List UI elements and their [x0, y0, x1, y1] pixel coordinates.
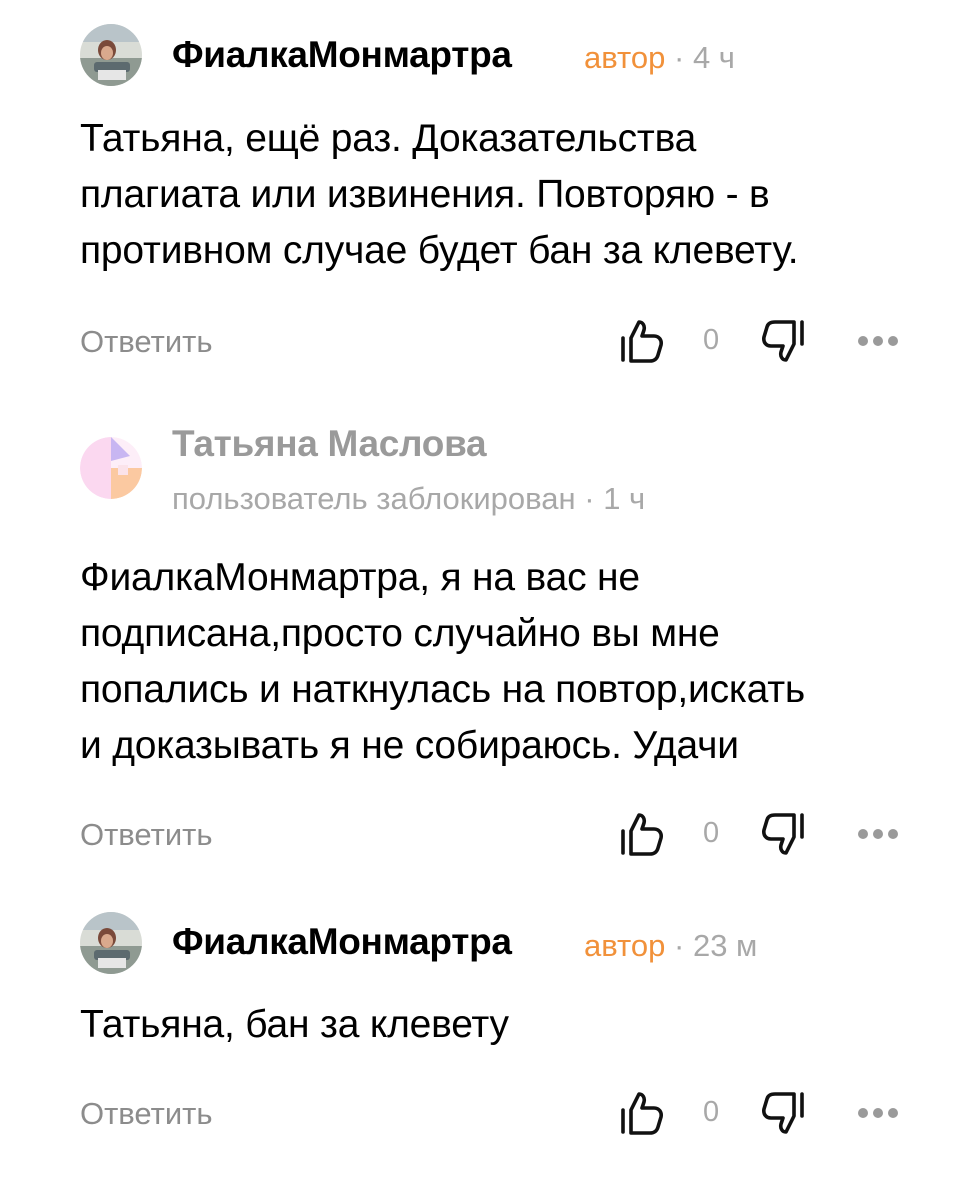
like-button[interactable] — [619, 318, 665, 369]
thumbs-up-icon — [621, 320, 663, 363]
dislike-button[interactable] — [760, 811, 806, 862]
comment-line: и доказывать я не собираюсь. Удачи — [80, 724, 739, 767]
more-dots-icon — [858, 336, 898, 346]
comment-body: Татьяна, ещё раз. Доказательства плагиат… — [80, 111, 910, 279]
comment-time: 1 ч — [603, 481, 646, 516]
thumbs-down-icon — [762, 320, 804, 362]
comment-time: 4 ч — [692, 40, 735, 75]
comment-line: попались и наткнулась на повтор,искать — [80, 668, 806, 711]
comment-line: ФиалкаМонмартра, я на вас не — [80, 556, 640, 599]
comment-body: ФиалкаМонмартра, я на вас не подписана,п… — [80, 550, 910, 774]
comment-line: Татьяна, бан за клевету — [80, 1003, 509, 1046]
thumbs-down-icon — [762, 1092, 804, 1134]
meta-separator: · — [584, 481, 595, 516]
more-options-button[interactable] — [856, 827, 900, 846]
comment-meta: автор · 23 м — [584, 928, 757, 964]
avatar[interactable] — [80, 912, 142, 974]
comment-line: плагиата или извинения. Повторяю - в — [80, 173, 770, 216]
author-name[interactable]: ФиалкаМонмартра — [172, 34, 512, 76]
author-badge: автор — [584, 928, 666, 963]
more-options-button[interactable] — [856, 1106, 900, 1125]
reply-button[interactable]: Ответить — [80, 817, 213, 853]
reply-button[interactable]: Ответить — [80, 324, 213, 360]
blocked-status: пользователь заблокирован — [172, 481, 576, 516]
comment-actions: Ответить 0 — [0, 320, 965, 370]
more-options-button[interactable] — [856, 334, 900, 353]
comment-meta: автор · 4 ч — [584, 40, 735, 76]
comment-score: 0 — [703, 324, 720, 356]
comment-score: 0 — [703, 817, 720, 849]
meta-separator: · — [674, 928, 685, 963]
author-name[interactable]: Татьяна Маслова — [172, 423, 487, 465]
comment-actions: Ответить 0 — [0, 813, 965, 863]
dislike-button[interactable] — [760, 1090, 806, 1141]
dislike-button[interactable] — [760, 318, 806, 369]
like-button[interactable] — [619, 1090, 665, 1141]
comment-line: подписана,просто случайно вы мне — [80, 612, 720, 655]
comment-score: 0 — [703, 1096, 720, 1128]
meta-separator: · — [674, 40, 685, 75]
thumbs-down-icon — [762, 813, 804, 855]
thumbs-up-icon — [621, 813, 663, 856]
author-name[interactable]: ФиалкаМонмартра — [172, 921, 512, 963]
avatar[interactable] — [80, 24, 142, 86]
comment-line: Татьяна, ещё раз. Доказательства — [80, 117, 697, 160]
avatar[interactable] — [80, 437, 142, 499]
avatar-photo — [80, 24, 142, 86]
default-avatar-icon — [80, 437, 142, 499]
more-dots-icon — [858, 829, 898, 839]
reply-button[interactable]: Ответить — [80, 1096, 213, 1132]
avatar-photo — [80, 912, 142, 974]
thumbs-up-icon — [621, 1092, 663, 1135]
author-badge: автор — [584, 40, 666, 75]
comment-body: Татьяна, бан за клевету — [80, 997, 910, 1053]
comment-line: противном случае будет бан за клевету. — [80, 229, 799, 272]
comment-time: 23 м — [692, 928, 758, 963]
comment-meta: пользователь заблокирован · 1 ч — [172, 481, 645, 517]
more-dots-icon — [858, 1108, 898, 1118]
like-button[interactable] — [619, 811, 665, 862]
comment-actions: Ответить 0 — [0, 1092, 965, 1142]
